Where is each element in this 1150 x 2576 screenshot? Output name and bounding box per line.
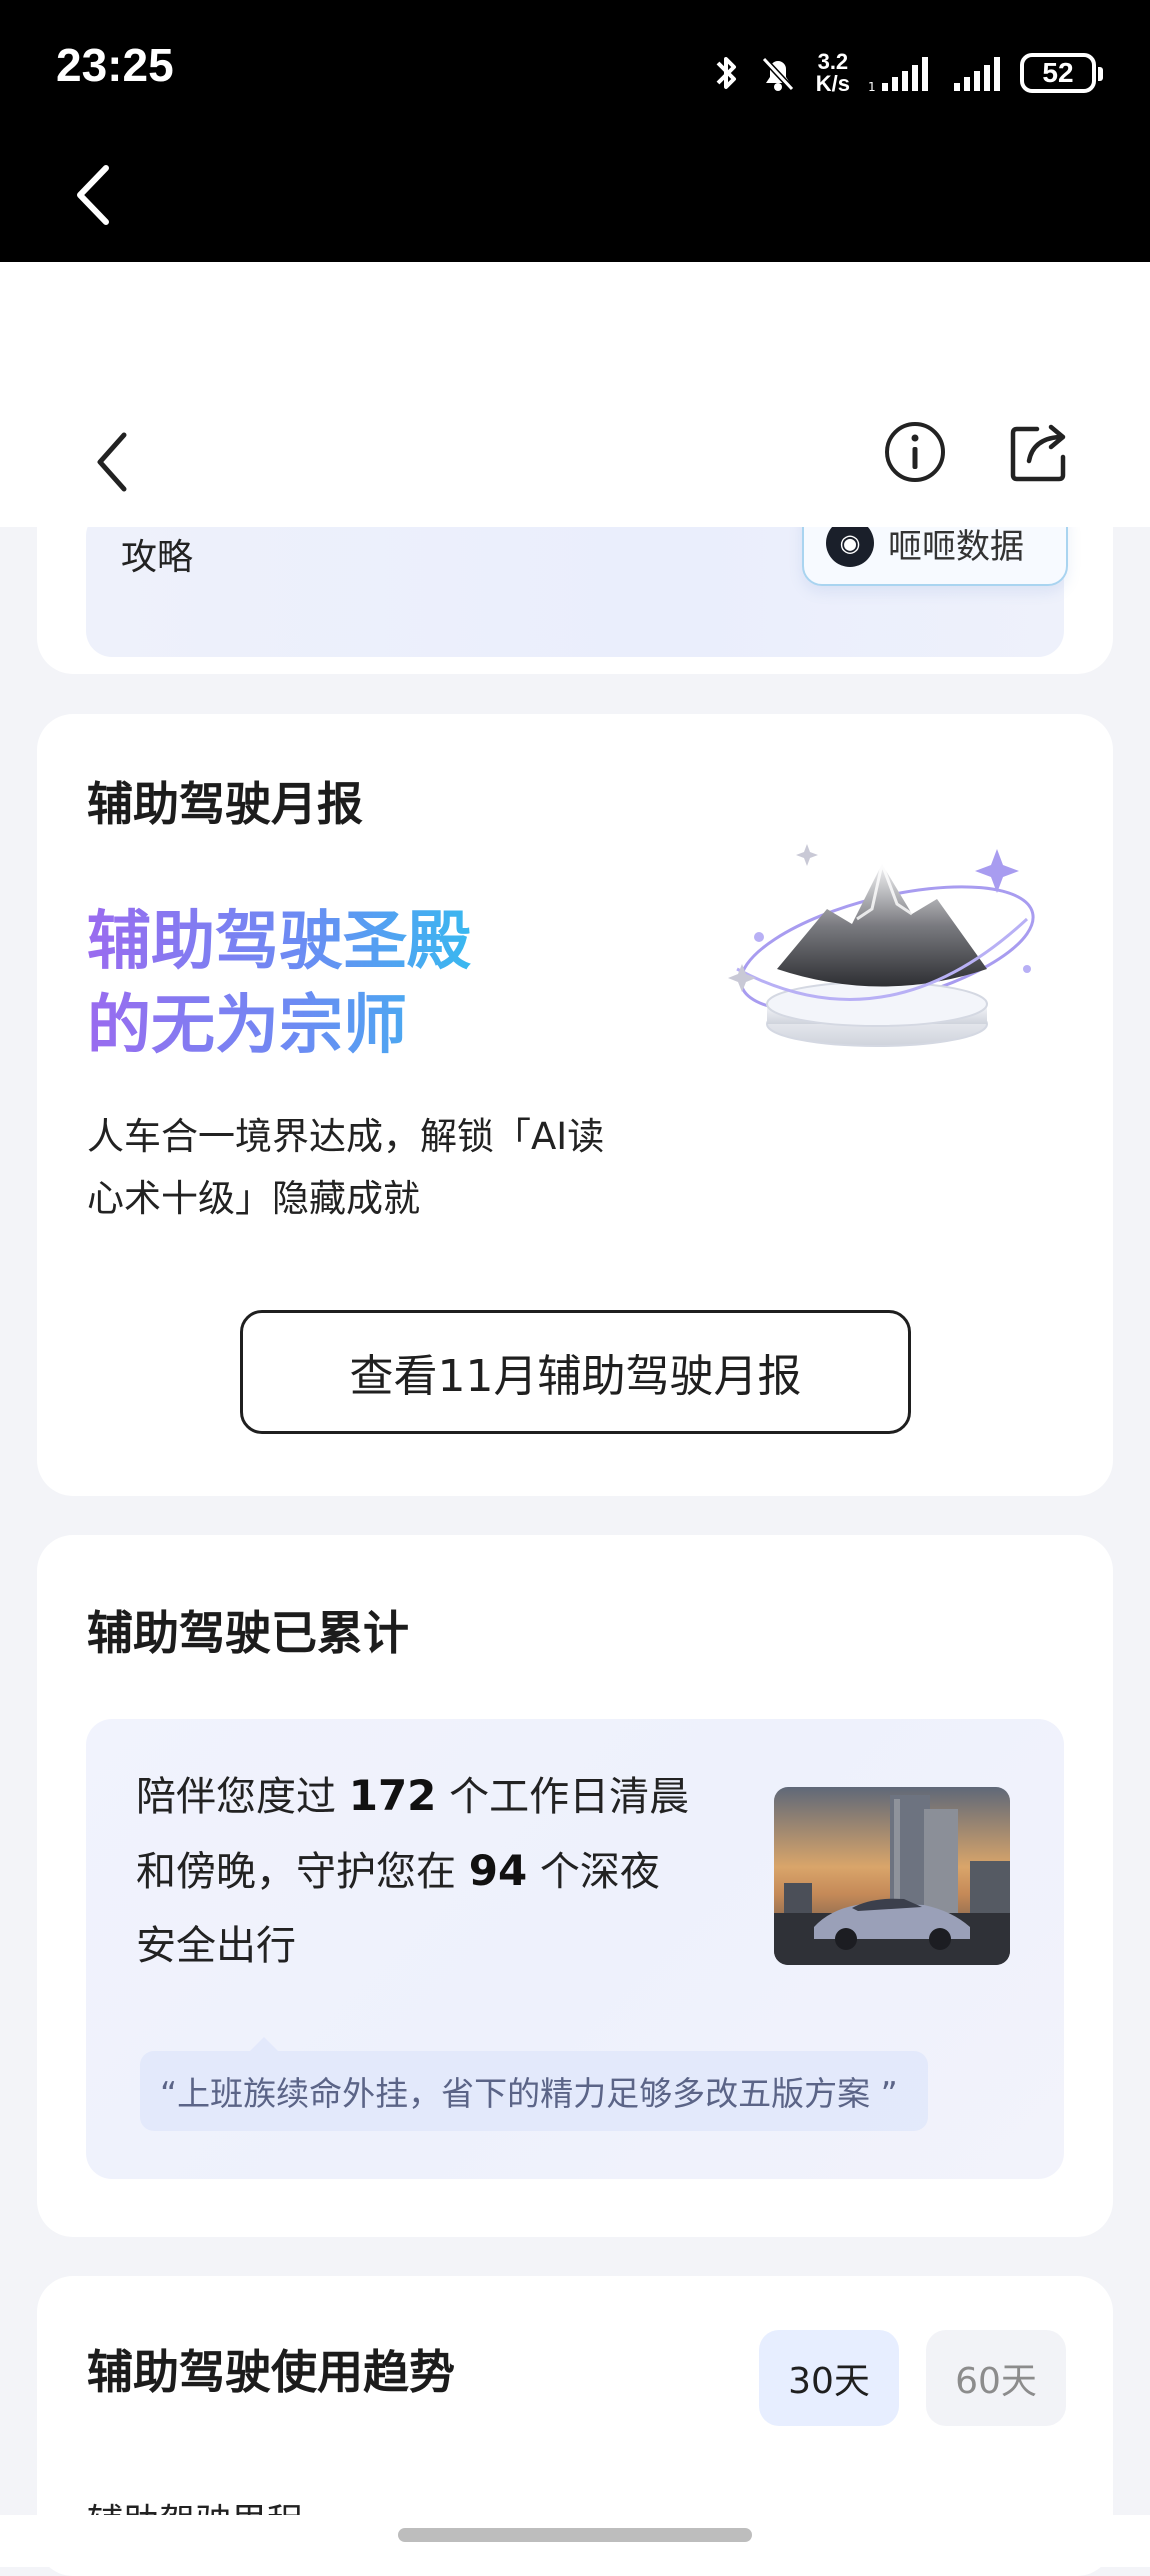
battery-icon: 52	[1020, 53, 1103, 93]
clock: 23:25	[56, 39, 174, 91]
mute-bell-icon	[761, 56, 794, 92]
promo-strip[interactable]: ◉ 咂咂数据	[86, 500, 1068, 657]
headline-line-2: 的无为宗师	[87, 989, 407, 1063]
status-icons: 3.2 K/s 1 52	[712, 48, 1103, 98]
cumulative-card: 辅助驾驶已累计 陪伴您度过 172 个工作日清晨 和傍晚，守护您在 94 个深夜…	[37, 1535, 1113, 2237]
monthly-report-title: 辅助驾驶月报	[87, 777, 363, 831]
l1-post: 个工作日清晨	[436, 1774, 690, 1820]
l1-pre: 陪伴您度过	[136, 1774, 349, 1820]
report-headline: 辅助驾驶圣殿 的无为宗师	[87, 900, 471, 1068]
signal-1-icon: 1	[868, 57, 928, 93]
nights-count: 94	[468, 1846, 528, 1895]
net-speed-value: 3.2	[817, 49, 849, 74]
quote-bubble: “上班族续命外挂，省下的精力足够多改五版方案 ”	[140, 2037, 928, 2131]
headline-line-1: 辅助驾驶圣殿	[87, 905, 471, 979]
l2-pre: 和傍晚，守护您在	[136, 1849, 469, 1895]
mountain-trophy-icon	[728, 844, 1035, 1047]
app-header	[0, 262, 1150, 527]
l3: 安全出行	[136, 1923, 296, 1969]
workdays-count: 172	[348, 1771, 437, 1820]
tab-30-days[interactable]: 30天	[759, 2330, 899, 2426]
network-speed: 3.2 K/s	[816, 51, 850, 95]
bluetooth-icon	[716, 57, 736, 89]
share-icon[interactable]	[1005, 417, 1075, 487]
gesture-bar	[0, 2515, 1150, 2567]
system-back-icon[interactable]	[70, 160, 120, 230]
promo-text: 攻略	[121, 537, 194, 578]
monthly-report-card: 辅助驾驶月报 辅助驾驶圣殿 的无为宗师 人车合一境界达成，解锁「AI读 心术十级…	[37, 714, 1113, 1496]
report-description: 人车合一境界达成，解锁「AI读 心术十级」隐藏成就	[87, 1106, 677, 1230]
back-icon[interactable]	[88, 427, 138, 497]
view-monthly-report-button[interactable]: 查看11月辅助驾驶月报	[240, 1310, 911, 1434]
desc-line-2: 心术十级」隐藏成就	[87, 1177, 420, 1220]
cumulative-text: 陪伴您度过 172 个工作日清晨 和傍晚，守护您在 94 个深夜 安全出行	[136, 1759, 736, 1983]
cumulative-box: 陪伴您度过 172 个工作日清晨 和傍晚，守护您在 94 个深夜 安全出行 “上…	[86, 1719, 1064, 2179]
net-speed-unit: K/s	[815, 71, 850, 96]
desc-line-1: 人车合一境界达成，解锁「AI读	[87, 1115, 605, 1158]
system-status-bar: 23:25 3.2 K/s 1 52	[0, 0, 1150, 262]
signal-2-icon	[954, 57, 1000, 91]
l2-post: 个深夜	[527, 1849, 660, 1895]
trend-title: 辅助驾驶使用趋势	[87, 2345, 455, 2399]
tab-60-days[interactable]: 60天	[926, 2330, 1066, 2426]
info-icon[interactable]	[880, 417, 950, 487]
cumulative-title: 辅助驾驶已累计	[87, 1606, 409, 1660]
svg-text:1: 1	[868, 80, 876, 93]
car-city-image	[774, 1787, 1010, 1965]
home-indicator[interactable]	[398, 2528, 752, 2542]
